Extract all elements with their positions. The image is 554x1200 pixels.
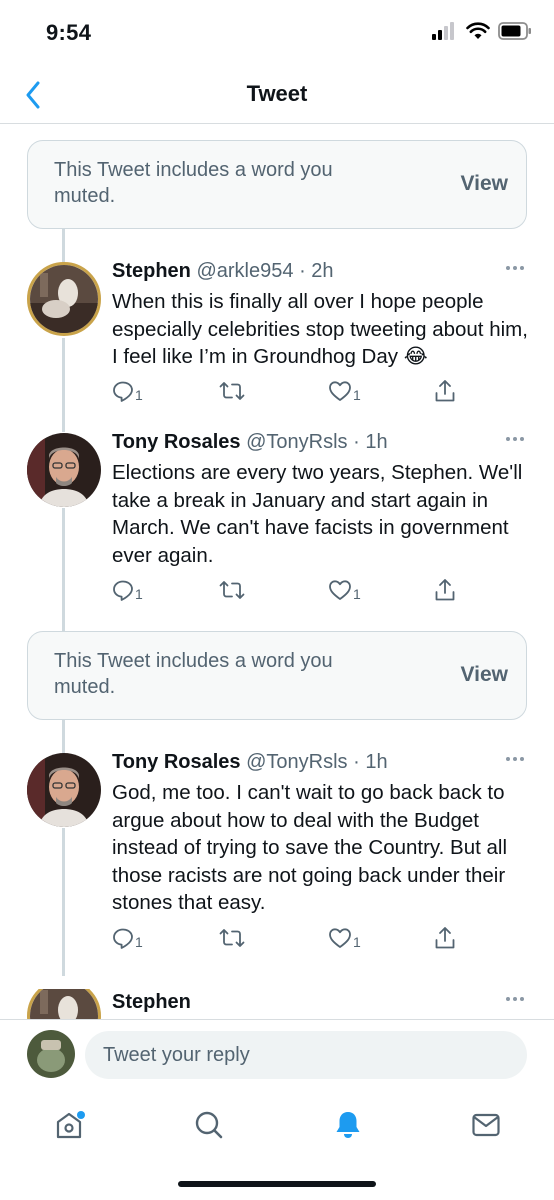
tweet-time: · 1h bbox=[353, 431, 388, 453]
retweet-icon bbox=[219, 581, 245, 599]
author-handle[interactable]: @arkle954 bbox=[196, 260, 293, 282]
tweet[interactable]: Tony Rosales @TonyRsls · 1h God, me too.… bbox=[0, 749, 554, 959]
author-name[interactable]: Stephen bbox=[112, 260, 191, 282]
like-count: 1 bbox=[353, 934, 361, 950]
tweet-time: · 1h bbox=[353, 751, 388, 773]
battery-icon bbox=[498, 22, 531, 40]
tab-notifications[interactable] bbox=[328, 1105, 368, 1145]
heart-icon bbox=[329, 381, 351, 401]
wifi-icon bbox=[466, 22, 490, 39]
avatar-image bbox=[27, 433, 101, 507]
share-button[interactable] bbox=[434, 925, 456, 951]
reply-button[interactable]: 1 bbox=[112, 925, 143, 951]
reply-input[interactable]: Tweet your reply bbox=[85, 1031, 527, 1079]
tweet-time: · 2h bbox=[299, 260, 334, 282]
messages-icon bbox=[472, 1113, 500, 1137]
tweet[interactable]: Stephen @arkle954 · 2h When this is fina… bbox=[0, 258, 554, 408]
reply-icon bbox=[113, 580, 133, 601]
share-icon bbox=[435, 579, 455, 601]
status-time: 9:54 bbox=[46, 20, 92, 45]
reply-count: 1 bbox=[135, 934, 143, 950]
author-name[interactable]: Stephen bbox=[112, 991, 191, 1013]
avatar-image bbox=[27, 753, 101, 827]
tweet-actions: 1 1 bbox=[112, 925, 472, 951]
nav-bar: Tweet bbox=[0, 66, 554, 124]
avatar-image bbox=[27, 1030, 75, 1078]
avatar[interactable] bbox=[27, 433, 101, 507]
reply-count: 1 bbox=[135, 586, 143, 602]
tweet-text: God, me too. I can't wait to go back bac… bbox=[112, 781, 508, 914]
tweet-header: Stephen @arkle954 · 2h bbox=[112, 258, 532, 284]
reply-count: 1 bbox=[135, 387, 143, 403]
more-options-icon[interactable] bbox=[506, 266, 524, 270]
signal-icon bbox=[432, 22, 454, 40]
retweet-button[interactable] bbox=[219, 378, 245, 404]
notifications-icon bbox=[336, 1112, 360, 1138]
like-count: 1 bbox=[353, 586, 361, 602]
avatar[interactable] bbox=[27, 753, 101, 827]
retweet-icon bbox=[219, 382, 245, 400]
like-button[interactable]: 1 bbox=[328, 378, 361, 404]
tweet[interactable]: Tony Rosales @TonyRsls · 1h Elections ar… bbox=[0, 429, 554, 609]
reply-icon bbox=[113, 381, 133, 402]
heart-icon bbox=[329, 580, 351, 600]
tweet-actions: 1 1 bbox=[112, 577, 472, 603]
tweet[interactable]: Stephen bbox=[0, 989, 554, 1019]
home-icon bbox=[56, 1111, 85, 1139]
like-count: 1 bbox=[353, 387, 361, 403]
home-indicator bbox=[178, 1181, 376, 1187]
like-button[interactable]: 1 bbox=[328, 577, 361, 603]
muted-tweet-notice: This Tweet includes a word you muted. Vi… bbox=[27, 631, 527, 720]
muted-notice-text: This Tweet includes a word you muted. bbox=[54, 159, 333, 207]
reply-button[interactable]: 1 bbox=[112, 378, 143, 404]
avatar-image bbox=[30, 989, 98, 1019]
avatar[interactable] bbox=[27, 989, 101, 1019]
tweet-actions: 1 1 bbox=[112, 378, 472, 404]
search-icon bbox=[195, 1111, 223, 1139]
muted-notice-text: This Tweet includes a word you muted. bbox=[54, 650, 333, 698]
tweet-text: Elections are every two years, Stephen. … bbox=[112, 461, 523, 567]
author-handle[interactable]: @TonyRsls bbox=[246, 431, 347, 453]
tweet-header: Tony Rosales @TonyRsls · 1h bbox=[112, 429, 532, 455]
avatar-image bbox=[30, 265, 98, 333]
tweet-text: When this is finally all over I hope peo… bbox=[112, 290, 528, 368]
retweet-button[interactable] bbox=[219, 577, 245, 603]
heart-icon bbox=[329, 928, 351, 948]
reply-button[interactable]: 1 bbox=[112, 577, 143, 603]
share-icon bbox=[435, 927, 455, 949]
tweet-header: Stephen bbox=[112, 989, 532, 1015]
more-options-icon[interactable] bbox=[506, 757, 524, 761]
share-button[interactable] bbox=[434, 577, 456, 603]
my-avatar[interactable] bbox=[27, 1030, 75, 1078]
status-icons bbox=[432, 22, 532, 40]
share-button[interactable] bbox=[434, 378, 456, 404]
tab-messages[interactable] bbox=[466, 1105, 506, 1145]
retweet-button[interactable] bbox=[219, 925, 245, 951]
author-name[interactable]: Tony Rosales bbox=[112, 751, 241, 773]
tweet-header: Tony Rosales @TonyRsls · 1h bbox=[112, 749, 532, 775]
author-name[interactable]: Tony Rosales bbox=[112, 431, 241, 453]
tab-home[interactable] bbox=[49, 1105, 89, 1145]
retweet-icon bbox=[219, 929, 245, 947]
view-muted-button[interactable]: View bbox=[461, 172, 508, 196]
like-button[interactable]: 1 bbox=[328, 925, 361, 951]
reply-icon bbox=[113, 928, 133, 949]
view-muted-button[interactable]: View bbox=[461, 663, 508, 687]
page-title: Tweet bbox=[246, 81, 308, 106]
avatar[interactable] bbox=[27, 262, 101, 336]
more-options-icon[interactable] bbox=[506, 997, 524, 1001]
share-icon bbox=[435, 380, 455, 402]
status-bar: 9:54 bbox=[0, 0, 554, 66]
muted-tweet-notice: This Tweet includes a word you muted. Vi… bbox=[27, 140, 527, 229]
reply-bar: Tweet your reply bbox=[0, 1019, 554, 1091]
tab-search[interactable] bbox=[189, 1105, 229, 1145]
more-options-icon[interactable] bbox=[506, 437, 524, 441]
author-handle[interactable]: @TonyRsls bbox=[246, 751, 347, 773]
tab-bar bbox=[0, 1091, 554, 1200]
